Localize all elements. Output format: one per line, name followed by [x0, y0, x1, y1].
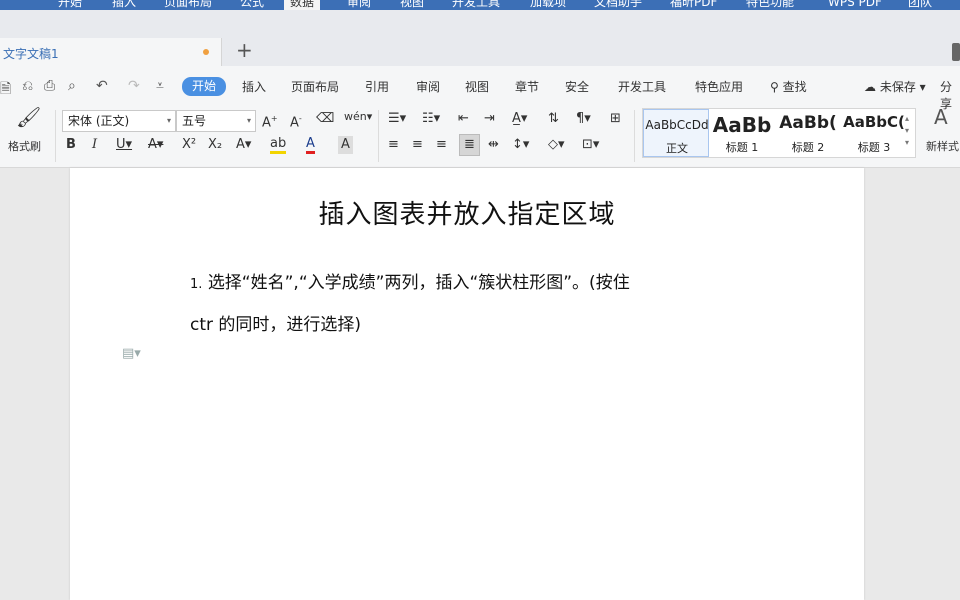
divider [634, 110, 635, 162]
new-style-icon[interactable]: A [934, 107, 948, 127]
new-style-label[interactable]: 新样式 [926, 138, 959, 156]
paragraph-1-text: 选择“姓名”,“入学成绩”两列，插入“簇状柱形图”。(按住 [207, 273, 630, 293]
top-tab-review[interactable]: 审阅 [347, 0, 371, 10]
shrink-font-icon[interactable]: A- [290, 110, 302, 132]
font-name-select[interactable]: 宋体 (正文) ▾ [62, 110, 176, 132]
divider [55, 110, 56, 162]
tab-references[interactable]: 引用 [365, 78, 389, 96]
document-page[interactable]: 插入图表并放入指定区域 1. 选择“姓名”,“入学成绩”两列，插入“簇状柱形图”… [70, 168, 864, 600]
new-tab-button[interactable]: + [236, 40, 253, 60]
divider [378, 110, 379, 162]
top-tab-assistant[interactable]: 文档助手 [594, 0, 642, 10]
redo-icon[interactable]: ↷ [128, 78, 140, 94]
tab-insert[interactable]: 插入 [242, 78, 266, 96]
tab-developer[interactable]: 开发工具 [618, 78, 666, 96]
italic-icon[interactable]: I [92, 136, 97, 154]
customize-toolbar-icon[interactable]: ⩡ [156, 78, 164, 94]
window-control-icon[interactable] [952, 43, 960, 61]
strikethrough-icon[interactable]: A▾ [148, 136, 163, 154]
sort-icon[interactable]: ⇅ [548, 110, 559, 128]
format-painter-icon[interactable]: 🖌 [16, 107, 41, 127]
paragraph-options-icon[interactable]: ▤▾ [122, 346, 141, 361]
character-shading-icon[interactable]: A [338, 136, 353, 154]
document-workspace: 插入图表并放入指定区域 1. 选择“姓名”,“入学成绩”两列，插入“簇状柱形图”… [0, 168, 960, 600]
bullet-list-icon[interactable]: ☰▾ [388, 110, 406, 128]
top-tab-data[interactable]: 数据 [284, 0, 321, 10]
font-size-select[interactable]: 五号 ▾ [176, 110, 256, 132]
borders-icon[interactable]: ⊡▾ [582, 136, 599, 154]
print-preview-icon[interactable]: ⌕ [68, 78, 76, 94]
justify-icon[interactable]: ≣ [459, 134, 480, 156]
line-spacing-icon[interactable]: ↕▾ [512, 136, 529, 154]
unsaved-dot-icon [203, 49, 209, 55]
paragraph-2: ctr 的同时，进行选择) [190, 315, 362, 335]
undo-icon[interactable]: ↶ [96, 78, 108, 94]
numbered-list-icon[interactable]: ☷▾ [422, 110, 440, 128]
search-button[interactable]: ⚲ 查找 [770, 78, 807, 95]
style-heading-2[interactable]: AaBb( 标题 2 [775, 109, 841, 157]
top-tab-home[interactable]: 开始 [58, 0, 82, 10]
bold-icon[interactable]: B [66, 136, 76, 154]
document-tab-title: 文字文稿1 [3, 47, 59, 61]
tab-page-layout[interactable]: 页面布局 [291, 78, 339, 96]
clear-format-icon[interactable]: ⌫ [316, 110, 334, 128]
top-tab-insert[interactable]: 插入 [112, 0, 136, 10]
tab-special-apps[interactable]: 特色应用 [695, 78, 743, 96]
tab-home[interactable]: 开始 [182, 77, 227, 96]
underline-icon[interactable]: U▾ [116, 136, 132, 154]
document-title: 插入图表并放入指定区域 [318, 200, 616, 230]
tab-review[interactable]: 审阅 [416, 78, 440, 96]
search-icon: ⚲ [770, 80, 779, 94]
top-tab-formula[interactable]: 公式 [240, 0, 264, 10]
print-icon[interactable]: ⎙ [44, 78, 55, 94]
top-tab-addins[interactable]: 加载项 [530, 0, 566, 10]
show-marks-icon[interactable]: ¶▾ [576, 110, 591, 128]
top-menu-strip: 开始 插入 页面布局 公式 数据 审阅 视图 开发工具 加载项 文档助手 福昕P… [0, 0, 960, 10]
top-tab-foxit[interactable]: 福昕PDF [670, 0, 717, 10]
superscript-icon[interactable]: X² [182, 136, 196, 154]
top-tab-team[interactable]: 团队 [908, 0, 932, 10]
gallery-scroll-icon[interactable]: ▴ ▾ ▾ [905, 113, 909, 149]
align-left-icon[interactable]: ≡ [388, 136, 399, 154]
decrease-indent-icon[interactable]: ⇤ [458, 110, 469, 128]
list-number: 1. [190, 277, 203, 292]
style-heading-1[interactable]: AaBb 标题 1 [709, 109, 775, 157]
top-tab-wpspdf[interactable]: WPS PDF [828, 0, 882, 10]
top-tab-dev[interactable]: 开发工具 [452, 0, 500, 10]
top-tab-features[interactable]: 特色功能 [746, 0, 794, 10]
format-painter-label[interactable]: 格式刷 [8, 138, 41, 156]
font-color-icon[interactable]: A [306, 136, 315, 154]
paragraph-1: 1. 选择“姓名”,“入学成绩”两列，插入“簇状柱形图”。(按住 [190, 268, 630, 293]
table-borders-icon[interactable]: ⊞ [610, 110, 621, 128]
tab-chapter[interactable]: 章节 [515, 78, 539, 96]
chevron-down-icon: ▾ [166, 116, 171, 125]
shading-icon[interactable]: ◇▾ [548, 136, 565, 154]
top-tab-view[interactable]: 视图 [400, 0, 424, 10]
align-right-icon[interactable]: ≡ [436, 136, 447, 154]
undo-format-icon[interactable]: ⎌ [22, 78, 33, 94]
tab-security[interactable]: 安全 [565, 78, 589, 96]
style-heading-3[interactable]: AaBbC( 标题 3 [841, 109, 907, 157]
distributed-icon[interactable]: ⇹ [488, 136, 499, 154]
phonetic-guide-icon[interactable]: wén▾ [344, 108, 372, 126]
save-status-button[interactable]: ☁ 未保存 ▾ [864, 78, 926, 95]
increase-indent-icon[interactable]: ⇥ [484, 110, 495, 128]
styles-gallery: AaBbCcDd 正文 AaBb 标题 1 AaBb( 标题 2 AaBbC( … [642, 108, 916, 158]
align-center-icon[interactable]: ≡ [412, 136, 423, 154]
cloud-icon: ☁ [864, 80, 876, 94]
grow-font-icon[interactable]: A+ [262, 110, 278, 132]
subscript-icon[interactable]: X₂ [208, 136, 222, 154]
style-normal[interactable]: AaBbCcDd 正文 [643, 109, 709, 157]
ribbon-tab-row: 🗎 ⎌ ⎙ ⌕ ↶ ↷ ⩡ 开始 插入 页面布局 引用 审阅 视图 章节 安全 … [0, 74, 960, 111]
ribbon: 🗎 ⎌ ⎙ ⌕ ↶ ↷ ⩡ 开始 插入 页面布局 引用 审阅 视图 章节 安全 … [0, 66, 960, 168]
tab-view[interactable]: 视图 [465, 78, 489, 96]
chinese-layout-icon[interactable]: A̲▾ [512, 110, 527, 128]
save-icon[interactable]: 🗎 [0, 78, 11, 102]
document-tab[interactable]: 文字文稿1 [0, 38, 222, 66]
highlight-icon[interactable]: ab [270, 136, 287, 154]
document-tab-bar: 文字文稿1 + [0, 10, 960, 66]
chevron-down-icon: ▾ [246, 116, 251, 125]
text-effect-icon[interactable]: A▾ [236, 136, 251, 154]
top-tab-layout[interactable]: 页面布局 [164, 0, 212, 10]
